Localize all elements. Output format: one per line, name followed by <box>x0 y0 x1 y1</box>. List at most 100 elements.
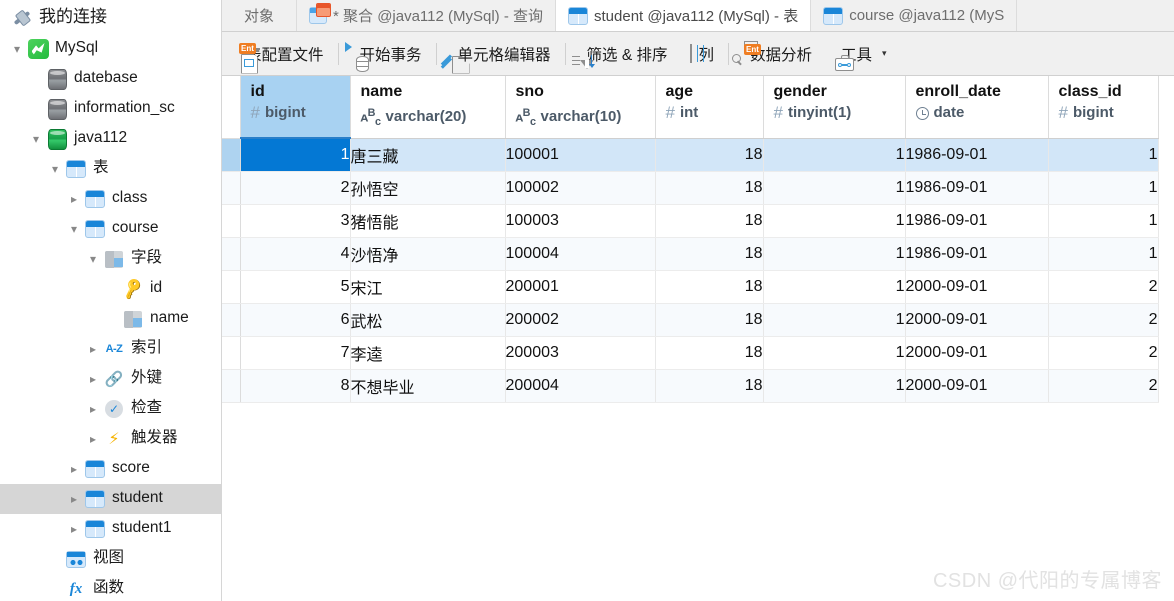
cell-enroll_date[interactable]: 1986-09-01 <box>905 237 1049 271</box>
column-header-sno[interactable]: sno ᴀBc varchar(10) <box>505 76 656 139</box>
row-selector[interactable] <box>222 369 241 403</box>
table-row[interactable]: 8 不想毕业 200004 18 1 2000-09-01 2 <box>222 369 1159 403</box>
cell-age[interactable]: 18 <box>655 237 764 271</box>
toolbar-button-表配置文件[interactable]: Ent 表配置文件 <box>228 37 335 74</box>
row-selector[interactable] <box>222 138 241 172</box>
sidebar-item-视图[interactable]: ▸视图 <box>0 544 221 574</box>
table-row[interactable]: 3 猪悟能 100003 18 1 1986-09-01 1 <box>222 204 1159 238</box>
cell-age[interactable]: 18 <box>655 303 764 337</box>
cell-name[interactable]: 唐三藏 <box>350 138 506 172</box>
toolbar-button-数据分析[interactable]: Ent 数据分析 <box>732 37 823 71</box>
cell-id[interactable]: 6 <box>240 303 351 337</box>
cell-gender[interactable]: 1 <box>763 171 906 205</box>
sidebar-tree-list[interactable]: ▾MySql▸datebase▸information_sc▾java112▾表… <box>0 34 221 601</box>
cell-gender[interactable]: 1 <box>763 204 906 238</box>
cell-class_id[interactable]: 1 <box>1048 237 1159 271</box>
cell-class_id[interactable]: 1 <box>1048 171 1159 205</box>
table-row[interactable]: 4 沙悟净 100004 18 1 1986-09-01 1 <box>222 237 1159 271</box>
cell-gender[interactable]: 1 <box>763 237 906 271</box>
cell-id[interactable]: 2 <box>240 171 351 205</box>
sidebar-item-触发器[interactable]: ▸ ⚡ 触发器 <box>0 424 221 454</box>
chevron-right-icon[interactable]: ▸ <box>65 484 83 514</box>
cell-age[interactable]: 18 <box>655 204 764 238</box>
sidebar-item-name[interactable]: ▸name <box>0 304 221 334</box>
sidebar-item-score[interactable]: ▸ score <box>0 454 221 484</box>
cell-age[interactable]: 18 <box>655 336 764 370</box>
sidebar-item-id[interactable]: ▸🔑id <box>0 274 221 304</box>
cell-class_id[interactable]: 1 <box>1048 204 1159 238</box>
cell-name[interactable]: 宋江 <box>350 270 506 304</box>
cell-id[interactable]: 4 <box>240 237 351 271</box>
cell-enroll_date[interactable]: 2000-09-01 <box>905 270 1049 304</box>
toolbar-button-工具[interactable]: 工具 ▾ <box>823 37 898 71</box>
toolbar-button-列[interactable]: 列 <box>679 37 726 71</box>
sidebar-item-course[interactable]: ▾ course <box>0 214 221 244</box>
cell-sno[interactable]: 100004 <box>505 237 656 271</box>
toolbar-button-筛选 & 排序[interactable]: 筛选 & 排序 <box>569 37 679 71</box>
cell-enroll_date[interactable]: 2000-09-01 <box>905 369 1049 403</box>
cell-age[interactable]: 18 <box>655 270 764 304</box>
cell-name[interactable]: 武松 <box>350 303 506 337</box>
row-selector[interactable] <box>222 204 241 238</box>
sidebar-root-connection[interactable]: 我的连接 <box>0 0 221 34</box>
chevron-down-icon[interactable]: ▾ <box>46 154 64 184</box>
chevron-down-icon[interactable]: ▾ <box>84 244 102 274</box>
chevron-down-icon[interactable]: ▾ <box>882 48 887 59</box>
cell-id[interactable]: 7 <box>240 336 351 370</box>
sidebar-item-class[interactable]: ▸ class <box>0 184 221 214</box>
sidebar-item-MySql[interactable]: ▾ MySql <box>0 34 221 64</box>
cell-class_id[interactable]: 1 <box>1048 138 1159 172</box>
data-grid-header[interactable]: id # bigint name ᴀBc varchar(20) sno ᴀBc varchar… <box>222 76 1159 139</box>
column-header-age[interactable]: age # int <box>655 76 764 139</box>
tab-1[interactable]: * 聚合 @java112 (MySql) - 查询 <box>297 0 557 31</box>
tab-strip[interactable]: 对象 * 聚合 @java112 (MySql) - 查询 student @jav… <box>222 0 1174 32</box>
cell-sno[interactable]: 200002 <box>505 303 656 337</box>
data-grid-table[interactable]: id # bigint name ᴀBc varchar(20) sno ᴀBc varchar… <box>222 76 1159 403</box>
cell-id[interactable]: 3 <box>240 204 351 238</box>
column-header-enroll_date[interactable]: enroll_date date <box>905 76 1049 139</box>
row-selector[interactable] <box>222 336 241 370</box>
cell-gender[interactable]: 1 <box>763 270 906 304</box>
cell-age[interactable]: 18 <box>655 138 764 172</box>
cell-gender[interactable]: 1 <box>763 303 906 337</box>
toolbar-button-开始事务[interactable]: 开始事务 <box>342 37 433 72</box>
sidebar-item-索引[interactable]: ▸ A-Z 索引 <box>0 334 221 364</box>
table-row[interactable]: 7 李逵 200003 18 1 2000-09-01 2 <box>222 336 1159 370</box>
table-row[interactable]: 6 武松 200002 18 1 2000-09-01 2 <box>222 303 1159 337</box>
tab-2[interactable]: student @java112 (MySql) - 表 <box>556 0 812 31</box>
table-row[interactable]: 5 宋江 200001 18 1 2000-09-01 2 <box>222 270 1159 304</box>
data-grid[interactable]: id # bigint name ᴀBc varchar(20) sno ᴀBc varchar… <box>222 76 1174 601</box>
cell-sno[interactable]: 200003 <box>505 336 656 370</box>
sidebar-item-java112[interactable]: ▾ java112 <box>0 124 221 154</box>
cell-enroll_date[interactable]: 1986-09-01 <box>905 171 1049 205</box>
column-header-id[interactable]: id # bigint <box>240 76 351 139</box>
sidebar-item-student[interactable]: ▸ student <box>0 484 221 514</box>
chevron-down-icon[interactable]: ▾ <box>27 124 45 154</box>
cell-name[interactable]: 不想毕业 <box>350 369 506 403</box>
sidebar-item-函数[interactable]: ▸fx函数 <box>0 574 221 601</box>
cell-gender[interactable]: 1 <box>763 336 906 370</box>
cell-name[interactable]: 孙悟空 <box>350 171 506 205</box>
cell-class_id[interactable]: 2 <box>1048 303 1159 337</box>
sidebar-item-字段[interactable]: ▾ 字段 <box>0 244 221 274</box>
cell-sno[interactable]: 200004 <box>505 369 656 403</box>
row-selector[interactable] <box>222 237 241 271</box>
chevron-right-icon[interactable]: ▸ <box>84 394 102 424</box>
tab-3[interactable]: course @java112 (MyS <box>811 0 1018 31</box>
cell-enroll_date[interactable]: 2000-09-01 <box>905 303 1049 337</box>
sidebar-item-外键[interactable]: ▸ 🔗 外键 <box>0 364 221 394</box>
grid-toolbar[interactable]: Ent 表配置文件 开始事务 单元格编辑器 筛选 & 排序 列 Ent 数据分析 工具 ▾ <box>222 32 1174 76</box>
cell-age[interactable]: 18 <box>655 369 764 403</box>
cell-name[interactable]: 沙悟净 <box>350 237 506 271</box>
sidebar-item-检查[interactable]: ▸ ✓ 检查 <box>0 394 221 424</box>
row-selector[interactable] <box>222 171 241 205</box>
chevron-right-icon[interactable]: ▸ <box>84 364 102 394</box>
cell-sno[interactable]: 200001 <box>505 270 656 304</box>
cell-gender[interactable]: 1 <box>763 138 906 172</box>
tab-0[interactable]: 对象 <box>222 0 298 31</box>
data-grid-body[interactable]: 1 唐三藏 100001 18 1 1986-09-01 1 2 孙悟空 100002 18 1 198… <box>222 138 1159 403</box>
sidebar-item-datebase[interactable]: ▸datebase <box>0 64 221 94</box>
row-selector[interactable] <box>222 303 241 337</box>
row-selector[interactable] <box>222 270 241 304</box>
chevron-right-icon[interactable]: ▸ <box>84 334 102 364</box>
